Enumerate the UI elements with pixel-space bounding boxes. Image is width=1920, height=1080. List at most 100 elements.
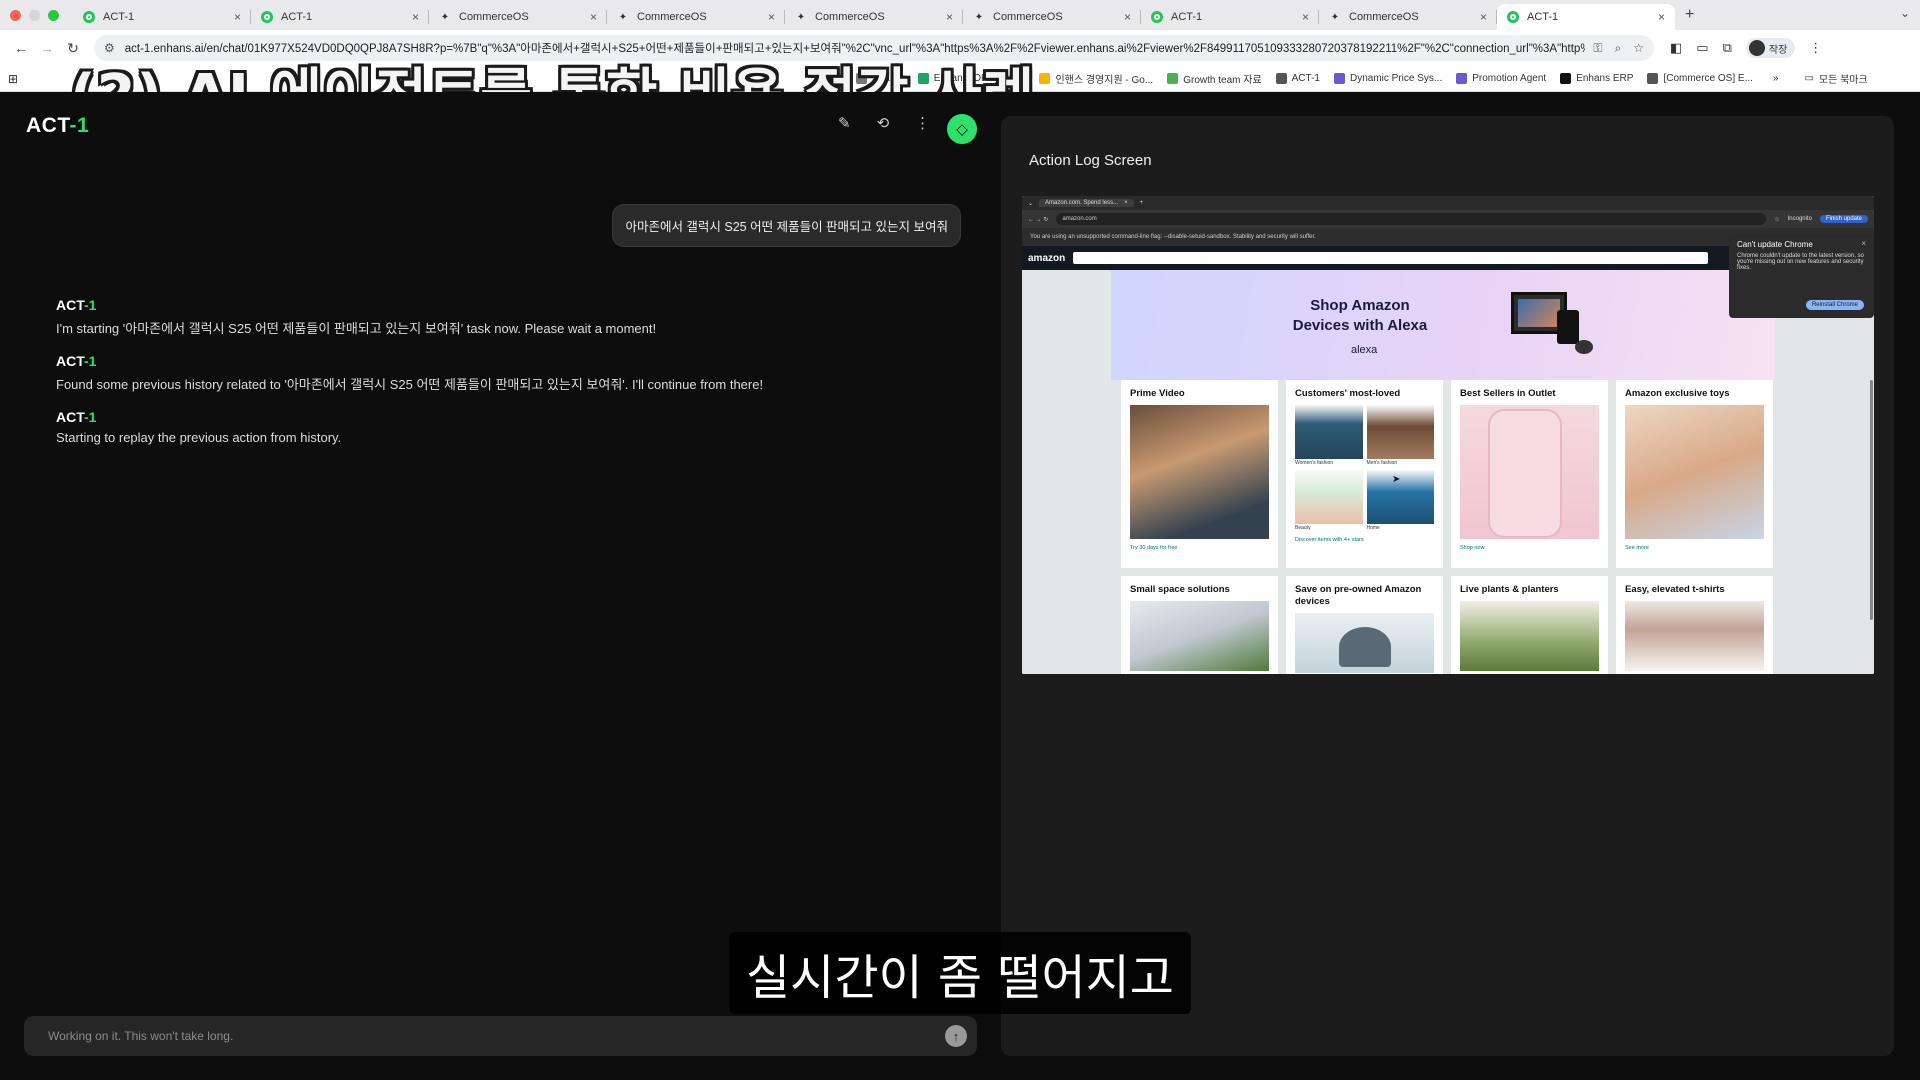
browser-tab[interactable]: ✦ CommerceOS × [963, 4, 1141, 30]
browser-tab[interactable]: ACT-1 × [251, 4, 429, 30]
close-tab-icon[interactable]: × [590, 10, 597, 24]
popup-reinstall-button: Reinstall Chrome [1805, 300, 1864, 310]
tab-search-chevron-icon[interactable]: ⌄ [1900, 6, 1910, 20]
bookmark-item[interactable]: Growth team 자료 [1167, 71, 1262, 86]
chat-input-placeholder: Working on it. This won't take long. [48, 1029, 234, 1043]
amazon-card: Prime Video Try 30 days for free [1121, 380, 1278, 568]
card-image [1625, 405, 1764, 539]
browser-tab-bar: ACT-1 × ACT-1 × ✦ CommerceOS × ✦ CommerceOS × ✦ Com… [0, 0, 1920, 30]
close-tab-icon[interactable]: × [412, 10, 419, 24]
amazon-hero-banner: Shop Amazon Devices with Alexa alexa [1111, 270, 1775, 380]
browser-tab-label: CommerceOS [1349, 11, 1419, 23]
send-button[interactable]: ↑ [945, 1025, 967, 1047]
profile-button[interactable]: 작장 [1745, 38, 1796, 58]
sparkle-icon: ✦ [974, 11, 984, 23]
assistant-message-text: Starting to replay the previous action f… [56, 430, 342, 445]
maximize-window-icon[interactable] [48, 9, 59, 21]
back-icon[interactable]: ← [8, 40, 34, 56]
card-image [1625, 601, 1764, 671]
card-title: Live plants & planters [1460, 584, 1559, 595]
close-tab-icon[interactable]: × [768, 10, 775, 24]
close-tab-icon[interactable]: × [946, 10, 953, 24]
forward-icon[interactable]: → [34, 40, 60, 56]
browser-tab[interactable]: ✦ CommerceOS × [429, 4, 607, 30]
browser-tab-label: CommerceOS [815, 11, 885, 23]
mini-url: amazon.com [1056, 213, 1767, 225]
new-tab-button[interactable]: + [1675, 6, 1704, 24]
close-window-icon[interactable] [10, 9, 21, 21]
extension-icon[interactable]: ◧ [1670, 40, 1682, 56]
card-title: Small space solutions [1130, 584, 1230, 595]
bookmark-favicon-icon [1560, 73, 1572, 84]
browser-tab-label: ACT-1 [1171, 11, 1203, 23]
bookmark-favicon-icon [1039, 73, 1051, 84]
mini-nav-icons: ← → ↻ [1028, 216, 1049, 223]
mouse-cursor-icon: ➤ [1392, 474, 1401, 485]
card-title: Easy, elevated t-shirts [1625, 584, 1725, 595]
bookmark-star-icon[interactable]: ☆ [1633, 41, 1644, 56]
browser-menu-icon[interactable]: ⋮ [1809, 40, 1822, 56]
amazon-card: Live plants & planters [1451, 576, 1608, 674]
apps-grid-icon[interactable]: ⊞ [8, 72, 18, 86]
close-tab-icon[interactable]: × [1302, 10, 1309, 24]
browser-tab[interactable]: ACT-1 × [1141, 4, 1319, 30]
extensions-puzzle-icon[interactable]: ⧉ [1723, 40, 1732, 56]
bookmark-item[interactable]: Promotion Agent [1456, 71, 1546, 86]
new-chat-icon[interactable]: ✎ [838, 114, 851, 132]
amazon-card: Amazon exclusive toys See more [1616, 380, 1773, 568]
more-options-icon[interactable]: ⋮ [915, 114, 930, 132]
browser-tab-label: CommerceOS [637, 11, 707, 23]
close-tab-icon[interactable]: × [234, 10, 241, 24]
amazon-card: Small space solutions [1121, 576, 1278, 674]
more-bookmarks-icon[interactable]: » [1773, 73, 1779, 84]
chat-input[interactable]: Working on it. This won't take long. ↑ [24, 1016, 977, 1056]
history-icon[interactable]: ⟲ [877, 114, 890, 132]
browser-tab[interactable]: ACT-1 × [73, 4, 251, 30]
agent-status-button[interactable]: ◇ [947, 114, 977, 144]
bookmark-label: Dynamic Price Sys... [1349, 73, 1443, 84]
cast-icon[interactable]: ▭ [1696, 40, 1708, 56]
hero-brand: alexa [1351, 344, 1378, 356]
popup-close-icon: × [1861, 239, 1866, 248]
bookmark-label: ACT-1 [1291, 73, 1320, 84]
password-key-icon[interactable]: ⚿ [1593, 41, 1602, 56]
browser-tab-label: ACT-1 [1527, 11, 1559, 23]
bookmark-item[interactable]: ACT-1 [1275, 71, 1320, 86]
browser-tab[interactable]: ✦ CommerceOS × [785, 4, 963, 30]
remote-browser-screenshot[interactable]: ⌄ Amazon.com. Spend less... × + ← → ↻ ama… [1022, 196, 1874, 674]
bookmark-item[interactable]: Dynamic Price Sys... [1333, 71, 1443, 86]
mini-incognito: Incognito [1787, 216, 1812, 222]
bookmark-label: Growth team 자료 [1183, 75, 1262, 86]
close-tab-icon[interactable]: × [1124, 10, 1131, 24]
logo-text: ACT [26, 114, 70, 137]
browser-tab[interactable]: ✦ CommerceOS × [607, 4, 785, 30]
bookmark-item[interactable]: 인핸스 경영지원 - Go... [1039, 71, 1153, 86]
zoom-icon[interactable]: ⌕ [1615, 41, 1622, 56]
bookmarks-folder[interactable]: ▭ 모든 북마크 [1804, 71, 1867, 86]
browser-tab[interactable]: ✦ CommerceOS × [1319, 4, 1497, 30]
card-link: Shop now [1460, 545, 1485, 551]
close-tab-icon[interactable]: × [1658, 10, 1665, 24]
card-image [1130, 405, 1269, 539]
browser-tab[interactable]: ACT-1 × [1497, 4, 1675, 30]
card-quad-grid: Women's fashion Men's fashion Beauty Hom… [1295, 405, 1434, 531]
bookmark-favicon-icon [1333, 73, 1345, 84]
browser-tab-label: ACT-1 [103, 11, 135, 23]
bookmark-item[interactable]: [Commerce OS] E... [1647, 71, 1753, 86]
folder-icon: ▭ [1804, 73, 1814, 84]
logo-dash: -1 [69, 114, 90, 137]
assistant-message: ACT-1 Found some previous history relate… [56, 353, 956, 393]
mini-finish-update: Finish update [1819, 215, 1868, 223]
bookmark-label: Promotion Agent [1472, 73, 1547, 84]
popup-text: Chrome couldn't update to the latest ver… [1737, 253, 1864, 271]
browser-tab-label: CommerceOS [993, 11, 1063, 23]
chrome-update-popup: Can't update Chrome × Chrome couldn't up… [1729, 234, 1874, 318]
card-image [1460, 601, 1599, 671]
card-image [1130, 601, 1269, 671]
app-logo[interactable]: ACT-1 [26, 114, 89, 138]
amazon-card: Best Sellers in Outlet Shop now [1451, 380, 1608, 568]
close-tab-icon[interactable]: × [1480, 10, 1487, 24]
agent-diamond-icon: ◇ [956, 121, 968, 138]
bookmark-item[interactable]: Enhans ERP [1560, 71, 1633, 86]
minimize-window-icon[interactable] [29, 9, 40, 21]
